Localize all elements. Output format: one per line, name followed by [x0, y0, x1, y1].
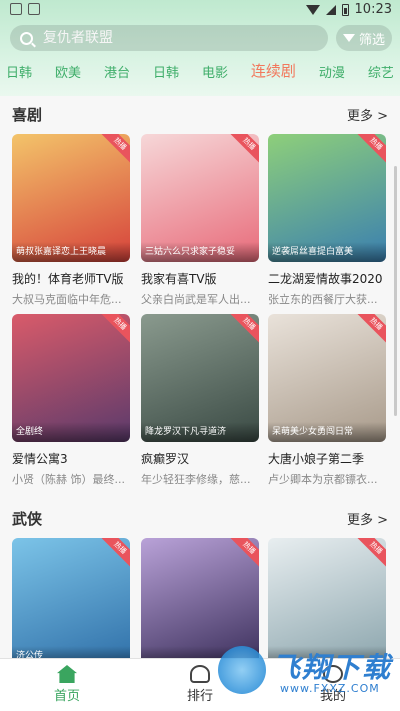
notification-icon [10, 3, 22, 15]
tab-gangtai[interactable]: 港台 [104, 62, 130, 84]
nav-home[interactable]: 首页 [32, 665, 102, 704]
status-bar: 10:23 [0, 0, 400, 20]
watermark-text: 飞翔下载 [272, 651, 393, 684]
more-link[interactable]: 更多 > [347, 105, 388, 124]
rank-icon [190, 665, 210, 683]
watermark-url: www.FXXZ.COM [280, 682, 380, 695]
show-card[interactable]: 热播 呆萌美少女勇闯日常 大唐小娘子第二季 卢少卿本为京都镖衣... [268, 314, 386, 487]
tab-dongman[interactable]: 动漫 [319, 62, 345, 84]
show-title: 我家有喜TV版 [141, 272, 217, 286]
wifi-icon [305, 4, 320, 15]
show-description: 父亲白尚武是军人出... [141, 293, 251, 306]
poster-caption: 三姑六么只求家子稳妥 [141, 242, 259, 262]
poster-caption: 济公传 [12, 646, 130, 658]
tab-rihan-1[interactable]: 日韩 [6, 62, 32, 84]
poster-art [12, 538, 130, 658]
poster-image: 热播 呆萌美少女勇闯日常 [268, 314, 386, 442]
nav-rank-label: 排行 [186, 689, 213, 704]
home-icon [57, 665, 77, 683]
filter-button[interactable]: 筛选 [336, 25, 392, 51]
section-title: 武侠 [12, 510, 43, 528]
show-description: 卢少卿本为京都镖衣... [268, 473, 378, 486]
scrollbar[interactable] [394, 166, 397, 416]
poster-image: 热播 萌叔张嘉译恋上王晓晨 [12, 134, 130, 262]
poster-image: 热播 逆袭屌丝喜提白富美 [268, 134, 386, 262]
download-icon [28, 3, 40, 15]
show-card[interactable]: 热播 萌叔张嘉译恋上王晓晨 我的！体育老师TV版 大叔马克面临中年危... [12, 134, 130, 307]
poster-caption: 全剧终 [12, 422, 130, 442]
tab-dianying[interactable]: 电影 [202, 62, 228, 84]
watermark-logo: 飞翔下载 www.FXXZ.COM [218, 640, 398, 702]
show-card[interactable]: 热播 全剧终 爱情公寓3 小贤（陈赫 饰）最终... [12, 314, 130, 487]
nav-home-label: 首页 [53, 689, 80, 704]
show-title: 爱情公寓3 [12, 452, 68, 466]
show-title: 疯癫罗汉 [141, 452, 190, 466]
category-tabs: 日韩 欧美 港台 日韩 电影 连续剧 动漫 综艺 [0, 62, 400, 84]
battery-icon [341, 3, 349, 16]
tab-lianxuju[interactable]: 连续剧 [251, 60, 296, 84]
status-time: 10:23 [354, 2, 392, 17]
poster-image: 热播 全剧终 [12, 314, 130, 442]
show-title: 我的！体育老师TV版 [12, 272, 124, 286]
poster-image: 热播 三姑六么只求家子稳妥 [141, 134, 259, 262]
more-link[interactable]: 更多 > [347, 509, 388, 528]
poster-image: 热播 降龙罗汉下凡寻道济 [141, 314, 259, 442]
show-card[interactable]: 热播 济公传 [12, 538, 130, 658]
show-description: 小贤（陈赫 饰）最终... [12, 473, 125, 486]
show-title: 二龙湖爱情故事2020 [268, 272, 383, 286]
signal-icon [325, 4, 336, 15]
show-description: 张立东的西餐厅大获... [268, 293, 378, 306]
show-description: 年少轻狂李修缘，慈... [141, 473, 251, 486]
show-card[interactable]: 热播 降龙罗汉下凡寻道济 疯癫罗汉 年少轻狂李修缘，慈... [141, 314, 259, 487]
search-input[interactable] [43, 30, 293, 46]
poster-image: 热播 济公传 [12, 538, 130, 658]
show-title: 大唐小娘子第二季 [268, 452, 365, 466]
poster-caption: 萌叔张嘉译恋上王晓晨 [12, 242, 130, 262]
poster-caption: 降龙罗汉下凡寻道济 [141, 422, 259, 442]
show-card[interactable]: 热播 逆袭屌丝喜提白富美 二龙湖爱情故事2020 张立东的西餐厅大获... [268, 134, 386, 307]
search-bar[interactable] [10, 25, 328, 51]
section-header-comedy: 喜剧 更多 > [12, 104, 388, 125]
watermark-logo-icon [218, 646, 266, 694]
section-title: 喜剧 [12, 106, 43, 124]
content-area: 喜剧 更多 > 热播 萌叔张嘉译恋上王晓晨 我的！体育老师TV版 大叔马克面临中… [0, 96, 400, 658]
section-header-wuxia: 武侠 更多 > [12, 508, 388, 529]
search-icon [20, 31, 33, 45]
tab-oumei[interactable]: 欧美 [55, 62, 81, 84]
filter-icon [342, 34, 355, 42]
tab-rihan-2[interactable]: 日韩 [153, 62, 179, 84]
show-card[interactable]: 热播 三姑六么只求家子稳妥 我家有喜TV版 父亲白尚武是军人出... [141, 134, 259, 307]
filter-label: 筛选 [358, 32, 385, 48]
poster-caption: 呆萌美少女勇闯日常 [268, 422, 386, 442]
tab-zongyi[interactable]: 综艺 [368, 62, 394, 84]
poster-caption: 逆袭屌丝喜提白富美 [268, 242, 386, 262]
show-description: 大叔马克面临中年危... [12, 293, 122, 306]
